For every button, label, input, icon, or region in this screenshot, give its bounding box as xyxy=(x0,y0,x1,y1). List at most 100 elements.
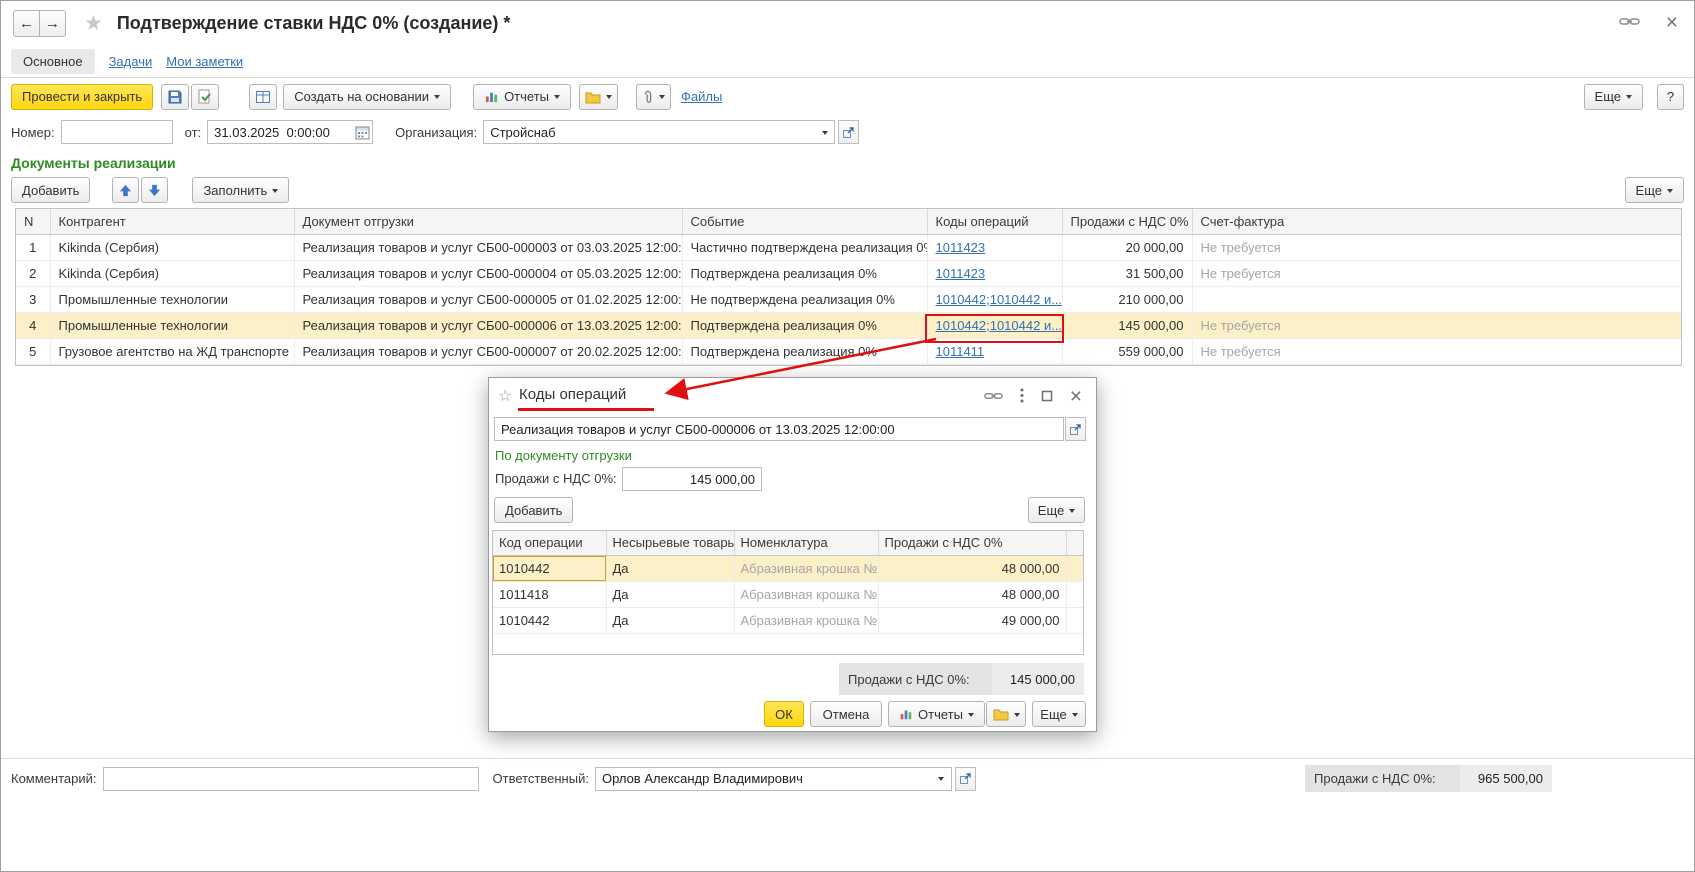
organization-value-input[interactable] xyxy=(484,121,815,143)
post-and-close-button[interactable]: Провести и закрыть xyxy=(11,84,153,110)
create-based-on-button[interactable]: Создать на основании xyxy=(283,84,451,110)
reports-button[interactable]: Отчеты xyxy=(473,84,571,110)
cell-sales[interactable]: 48 000,00 xyxy=(878,555,1066,581)
attachments-button[interactable] xyxy=(636,84,671,110)
maximize-icon[interactable] xyxy=(1041,390,1053,405)
cell-n[interactable]: 5 xyxy=(16,338,50,364)
date-input[interactable] xyxy=(207,120,373,144)
post-document-button[interactable] xyxy=(191,84,219,110)
table-row[interactable]: 5 Грузовое агентство на ЖД транспорте Ре… xyxy=(16,338,1681,364)
date-value-input[interactable] xyxy=(208,121,353,143)
cell-event[interactable]: Подтверждена реализация 0% xyxy=(682,312,927,338)
col-nomenclature[interactable]: Номенклатура xyxy=(734,531,878,555)
col-operation-codes[interactable]: Коды операций xyxy=(927,209,1062,234)
col-shipment-doc[interactable]: Документ отгрузки xyxy=(294,209,682,234)
cell-event[interactable]: Частично подтверждена реализация 0% xyxy=(682,234,927,260)
col-contractor[interactable]: Контрагент xyxy=(50,209,294,234)
cell-sales[interactable]: 48 000,00 xyxy=(878,581,1066,607)
organization-open-button[interactable] xyxy=(838,120,859,144)
dialog-star-icon[interactable]: ☆ xyxy=(498,386,512,406)
cell-sales[interactable]: 210 000,00 xyxy=(1062,286,1192,312)
table-row[interactable]: 3 Промышленные технологии Реализация тов… xyxy=(16,286,1681,312)
cell-shipment-doc[interactable]: Реализация товаров и услуг СБ00-000007 о… xyxy=(294,338,682,364)
dialog-sales-input[interactable] xyxy=(622,467,762,491)
col-operation-code[interactable]: Код операции xyxy=(493,531,606,555)
show-movements-button[interactable] xyxy=(249,84,277,110)
cell-invoice[interactable]: Не требуется xyxy=(1192,312,1681,338)
get-link-icon[interactable] xyxy=(1619,15,1640,31)
table-row[interactable]: 1010442 Да Абразивная крошка №4 49 000,0… xyxy=(493,607,1083,633)
cell-item[interactable]: Абразивная крошка №4 xyxy=(734,607,878,633)
cell-n[interactable]: 3 xyxy=(16,286,50,312)
table-row-selected[interactable]: 1010442 Да Абразивная крошка №3 48 000,0… xyxy=(493,555,1083,581)
help-button[interactable]: ? xyxy=(1657,84,1684,110)
col-sales-vat0[interactable]: Продажи с НДС 0% xyxy=(1062,209,1192,234)
close-window-icon[interactable]: × xyxy=(1666,15,1678,31)
tab-tasks[interactable]: Задачи xyxy=(109,54,153,69)
cell-invoice[interactable]: Не требуется xyxy=(1192,260,1681,286)
cell-contractor[interactable]: Грузовое агентство на ЖД транспорте xyxy=(50,338,294,364)
col-n[interactable]: N xyxy=(16,209,50,234)
cell-item[interactable]: Абразивная крошка №5 xyxy=(734,581,878,607)
cell-shipment-doc[interactable]: Реализация товаров и услуг СБ00-000006 о… xyxy=(294,312,682,338)
comment-input[interactable] xyxy=(103,767,479,791)
col-event[interactable]: Событие xyxy=(682,209,927,234)
cell-invoice[interactable] xyxy=(1192,286,1681,312)
cell-contractor[interactable]: Kikinda (Сербия) xyxy=(50,260,294,286)
col-non-raw-goods[interactable]: Несырьевые товары xyxy=(606,531,734,555)
move-up-button[interactable] xyxy=(112,177,139,203)
tab-notes[interactable]: Мои заметки xyxy=(166,54,243,69)
organization-combo[interactable] xyxy=(483,120,835,144)
number-input[interactable] xyxy=(61,120,173,144)
dialog-add-button[interactable]: Добавить xyxy=(494,497,573,523)
kebab-menu-icon[interactable] xyxy=(1020,388,1024,406)
table-row[interactable]: 2 Kikinda (Сербия) Реализация товаров и … xyxy=(16,260,1681,286)
dialog-close-icon[interactable]: × xyxy=(1070,389,1082,405)
more-button-top[interactable]: Еще xyxy=(1584,84,1643,110)
cell-shipment-doc[interactable]: Реализация товаров и услуг СБ00-000005 о… xyxy=(294,286,682,312)
cell-event[interactable]: Не подтверждена реализация 0% xyxy=(682,286,927,312)
move-down-button[interactable] xyxy=(141,177,168,203)
save-button[interactable] xyxy=(161,84,189,110)
table-row[interactable]: 1011418 Да Абразивная крошка №5 48 000,0… xyxy=(493,581,1083,607)
cell-invoice[interactable]: Не требуется xyxy=(1192,338,1681,364)
responsible-value-input[interactable] xyxy=(596,768,932,790)
cell-sales[interactable]: 49 000,00 xyxy=(878,607,1066,633)
cancel-button[interactable]: Отмена xyxy=(810,701,882,727)
forward-button[interactable]: → xyxy=(39,10,66,37)
calendar-icon[interactable] xyxy=(353,121,372,143)
operation-codes-link[interactable]: 1010442;1010442 и... xyxy=(936,292,1063,307)
dialog-more-button-top[interactable]: Еще xyxy=(1028,497,1085,523)
cell-contractor[interactable]: Kikinda (Сербия) xyxy=(50,234,294,260)
favorites-star-icon[interactable]: ★ xyxy=(84,13,103,34)
cell-contractor[interactable]: Промышленные технологии xyxy=(50,312,294,338)
operation-codes-link-highlighted[interactable]: 1010442;1010442 и... xyxy=(936,318,1063,333)
cell-non-raw[interactable]: Да xyxy=(606,607,734,633)
cell-n[interactable]: 2 xyxy=(16,260,50,286)
tab-main[interactable]: Основное xyxy=(11,49,95,74)
cell-event[interactable]: Подтверждена реализация 0% xyxy=(682,260,927,286)
cell-code[interactable]: 1011418 xyxy=(493,581,606,607)
cell-contractor[interactable]: Промышленные технологии xyxy=(50,286,294,312)
dialog-document-input[interactable] xyxy=(494,417,1064,441)
cell-sales[interactable]: 31 500,00 xyxy=(1062,260,1192,286)
table-row-selected[interactable]: 4 Промышленные технологии Реализация тов… xyxy=(16,312,1681,338)
cell-n[interactable]: 1 xyxy=(16,234,50,260)
cell-event[interactable]: Подтверждена реализация 0% xyxy=(682,338,927,364)
files-link[interactable]: Файлы xyxy=(681,89,722,104)
operation-codes-link[interactable]: 1011423 xyxy=(936,266,986,281)
add-row-button[interactable]: Добавить xyxy=(11,177,90,203)
edo-menu-button[interactable] xyxy=(579,84,618,110)
back-button[interactable]: ← xyxy=(13,10,40,37)
cell-shipment-doc[interactable]: Реализация товаров и услуг СБ00-000003 о… xyxy=(294,234,682,260)
dialog-more-button-bottom[interactable]: Еще xyxy=(1032,701,1086,727)
cell-code[interactable]: 1010442 xyxy=(493,607,606,633)
operation-codes-link[interactable]: 1011423 xyxy=(936,240,986,255)
cell-n[interactable]: 4 xyxy=(16,312,50,338)
ok-button[interactable]: ОК xyxy=(764,701,804,727)
col-invoice[interactable]: Счет-фактура xyxy=(1192,209,1681,234)
fill-button[interactable]: Заполнить xyxy=(192,177,289,203)
cell-sales[interactable]: 559 000,00 xyxy=(1062,338,1192,364)
chevron-down-icon[interactable] xyxy=(932,768,951,790)
col-sales-vat0[interactable]: Продажи с НДС 0% xyxy=(878,531,1066,555)
